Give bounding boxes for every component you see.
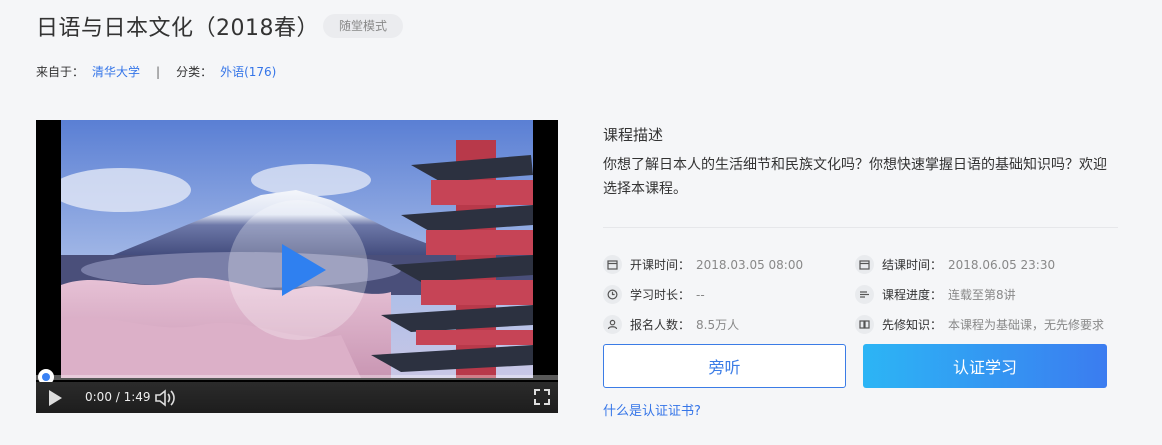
course-meta: 来自于： 清华大学 | 分类： 外语(176) (36, 63, 276, 80)
certified-learning-button[interactable]: 认证学习 (863, 344, 1107, 388)
meta-separator: | (156, 65, 161, 79)
info-enrolled: 报名人数： 8.5万人 (603, 315, 739, 334)
category-label: 分类： (176, 65, 213, 79)
source-label: 来自于： (36, 65, 85, 79)
description-title: 课程描述 (603, 126, 664, 144)
info-progress: 课程进度： 连载至第8讲 (855, 285, 1016, 304)
video-time: 0:00 / 1:49 (85, 390, 151, 404)
certificate-info-link[interactable]: 什么是认证证书? (603, 400, 701, 419)
info-start-time: 开课时间： 2018.03.05 08:00 (603, 255, 803, 274)
user-icon (603, 315, 622, 334)
category-link[interactable]: 外语(176) (220, 65, 276, 79)
fullscreen-icon[interactable] (534, 389, 550, 405)
calendar-icon (855, 255, 874, 274)
list-icon (855, 285, 874, 304)
info-end-time: 结课时间： 2018.06.05 23:30 (855, 255, 1055, 274)
source-link[interactable]: 清华大学 (92, 65, 140, 79)
play-control-icon[interactable] (49, 390, 62, 406)
course-title: 日语与日本文化（2018春） (36, 16, 319, 41)
big-play-button[interactable] (228, 200, 368, 340)
play-icon (282, 244, 326, 296)
clock-icon (603, 285, 622, 304)
video-progress-bar[interactable] (36, 375, 558, 380)
divider (603, 227, 1118, 228)
video-player[interactable]: 0:00 / 1:49 (36, 120, 558, 413)
info-duration: 学习时长： -- (603, 285, 705, 304)
volume-icon[interactable] (154, 388, 176, 408)
video-controls: 0:00 / 1:49 (36, 382, 558, 413)
info-prerequisite: 先修知识： 本课程为基础课，无先修要求 (855, 315, 1104, 334)
book-icon (855, 315, 874, 334)
audit-button[interactable]: 旁听 (603, 344, 846, 388)
description-text: 你想了解日本人的生活细节和民族文化吗？你想快速掌握日语的基础知识吗？欢迎选择本课… (603, 157, 1107, 197)
calendar-icon (603, 255, 622, 274)
mode-badge: 随堂模式 (323, 14, 404, 38)
